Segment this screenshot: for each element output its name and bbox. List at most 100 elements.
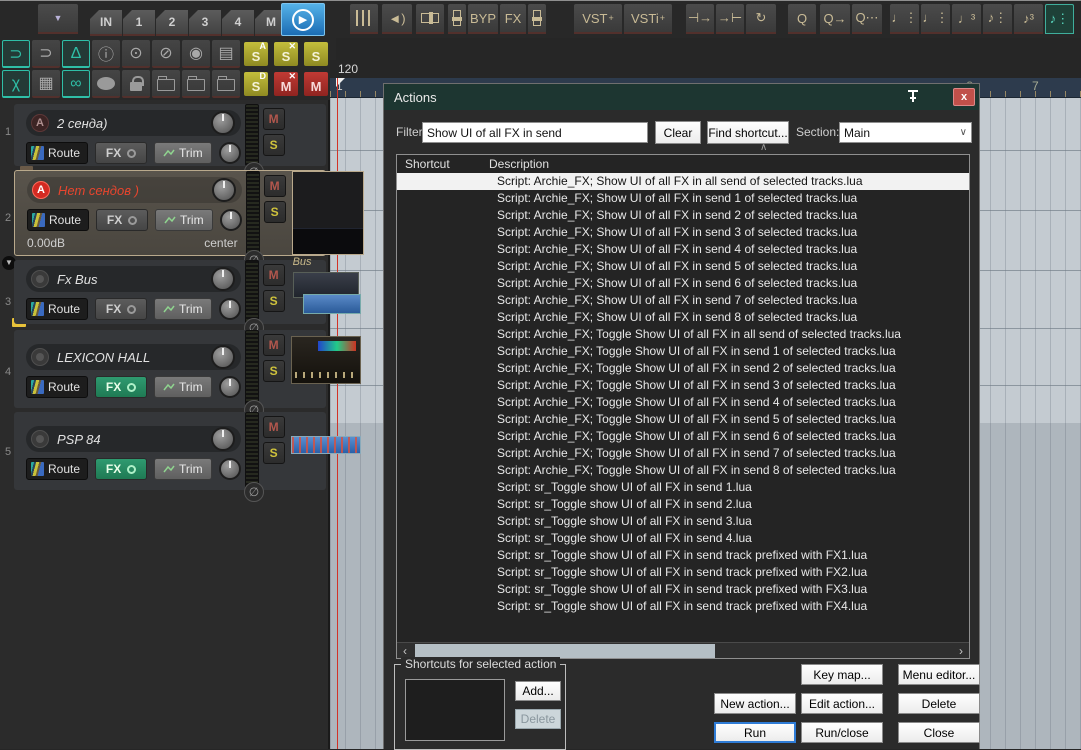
action-row[interactable]: Script: Archie_FX; Toggle Show UI of all…: [397, 411, 969, 428]
scroll-right-arrow[interactable]: ›: [953, 643, 969, 658]
crossfade-icon[interactable]: χ: [2, 70, 30, 98]
action-row[interactable]: Script: sr_Toggle show UI of all FX in s…: [397, 513, 969, 530]
eye-icon[interactable]: ◉: [182, 40, 210, 68]
column-shortcut[interactable]: Shortcut: [397, 157, 489, 171]
phase-button[interactable]: ∅: [244, 482, 264, 502]
pan-knob[interactable]: [218, 298, 241, 320]
note-grid-active-icon[interactable]: ♪⋮: [1045, 4, 1074, 34]
action-row[interactable]: Script: Archie_FX; Toggle Show UI of all…: [397, 326, 969, 343]
fx-button[interactable]: FX: [95, 458, 148, 480]
pan-knob[interactable]: [218, 376, 241, 398]
action-row[interactable]: Script: Archie_FX; Show UI of all FX in …: [397, 241, 969, 258]
action-row[interactable]: Script: Archie_FX; Toggle Show UI of all…: [397, 445, 969, 462]
mute-badge[interactable]: M: [304, 72, 328, 96]
dome-icon[interactable]: ∆: [62, 40, 90, 68]
track-name[interactable]: LEXICON HALL: [57, 350, 211, 365]
action-row[interactable]: Script: Archie_FX; Toggle Show UI of all…: [397, 377, 969, 394]
toolbar-dropdown-button[interactable]: ▼: [38, 4, 78, 34]
action-row[interactable]: Script: Archie_FX; Show UI of all FX in …: [397, 275, 969, 292]
mute-button[interactable]: M: [262, 264, 285, 286]
note-quarter-icon[interactable]: ♩⋮: [921, 4, 950, 34]
pin-icon[interactable]: [905, 88, 921, 106]
section-select[interactable]: Main ∨: [839, 122, 972, 143]
action-row[interactable]: Script: sr_Toggle show UI of all FX in s…: [397, 598, 969, 615]
action-row[interactable]: Script: Archie_FX; Show UI of all FX in …: [397, 207, 969, 224]
mixer-icon[interactable]: [350, 4, 378, 34]
record-arm-badge[interactable]: A: [31, 114, 49, 132]
fx-button[interactable]: FX: [96, 209, 149, 231]
scrollbar-thumb[interactable]: [415, 644, 715, 658]
track-name[interactable]: 2 сенда): [57, 116, 211, 131]
find-shortcut-button[interactable]: Find shortcut...: [707, 121, 789, 144]
lock-icon[interactable]: [122, 70, 150, 98]
column-description[interactable]: Description: [489, 157, 549, 171]
run-close-button[interactable]: Run/close: [801, 722, 883, 743]
tab-2[interactable]: 2: [156, 10, 188, 36]
edit-action-button[interactable]: Edit action...: [801, 693, 883, 714]
action-row[interactable]: Script: Archie_FX; Toggle Show UI of all…: [397, 343, 969, 360]
quantize-icon[interactable]: Q: [788, 4, 816, 34]
record-arm-badge[interactable]: A: [32, 181, 50, 199]
action-row[interactable]: Script: sr_Toggle show UI of all FX in s…: [397, 581, 969, 598]
fader-horizontal-icon[interactable]: [416, 4, 444, 34]
horizontal-scrollbar[interactable]: ‹ ›: [397, 642, 969, 658]
scroll-up-icon[interactable]: ∧: [760, 142, 767, 153]
solo-a-badge[interactable]: SA: [244, 41, 268, 66]
action-row[interactable]: Script: Archie_FX; Show UI of all FX in …: [397, 292, 969, 309]
close-dialog-button[interactable]: Close: [898, 722, 980, 743]
action-row[interactable]: Script: Archie_FX; Show UI of all FX in …: [397, 309, 969, 326]
action-row[interactable]: Script: Archie_FX; Toggle Show UI of all…: [397, 394, 969, 411]
tab-3[interactable]: 3: [189, 10, 221, 36]
fader-vertical2-icon[interactable]: [528, 4, 546, 34]
track-name[interactable]: Нет сендов ): [58, 183, 212, 198]
solo-badge[interactable]: S: [304, 42, 328, 66]
dialog-titlebar[interactable]: Actions: [384, 84, 979, 110]
route-button[interactable]: Route: [26, 376, 89, 398]
pan-knob[interactable]: [218, 142, 241, 164]
volume-knob[interactable]: [210, 267, 235, 291]
fx-button[interactable]: FX: [500, 4, 526, 34]
volume-knob[interactable]: [210, 111, 235, 135]
action-row[interactable]: Script: Archie_FX; Toggle Show UI of all…: [397, 360, 969, 377]
speech-bubble-icon[interactable]: [92, 70, 120, 98]
action-row[interactable]: Script: sr_Toggle show UI of all FX in s…: [397, 479, 969, 496]
track-3[interactable]: Fx Bus Route FX Trim M S Bus: [14, 256, 361, 324]
run-button[interactable]: Run: [714, 722, 796, 743]
eye-frame-icon[interactable]: ⊙: [122, 40, 150, 68]
fader-vertical-icon[interactable]: [448, 4, 466, 34]
track-2[interactable]: A Нет сендов ) Route FX Trim 0.00dB cent…: [14, 170, 364, 256]
vsti-button[interactable]: VSTi +: [624, 4, 672, 34]
new-action-button[interactable]: New action...: [714, 693, 796, 714]
grid-icon[interactable]: ▦: [32, 70, 60, 98]
mute-button[interactable]: M: [262, 108, 285, 130]
mute-button[interactable]: M: [262, 416, 285, 438]
solo-button[interactable]: S: [262, 442, 285, 464]
fx-button[interactable]: FX: [95, 376, 148, 398]
route-button[interactable]: Route: [27, 209, 90, 231]
folder-open-icon[interactable]: [212, 70, 240, 98]
track-name[interactable]: Fx Bus: [57, 272, 211, 287]
tab-4[interactable]: 4: [222, 10, 254, 36]
tab-in[interactable]: IN: [90, 10, 122, 36]
action-row[interactable]: Script: sr_Toggle show UI of all FX in s…: [397, 496, 969, 513]
eye-off-icon[interactable]: ⊘: [152, 40, 180, 68]
trim-button[interactable]: Trim: [154, 376, 212, 398]
action-row[interactable]: Script: Archie_FX; Toggle Show UI of all…: [397, 462, 969, 479]
track-1[interactable]: A 2 сенда) Route FX Trim M S: [14, 104, 326, 166]
note-eighth-triplet-icon[interactable]: ♪³: [1014, 4, 1043, 34]
note-grid-quarter-icon[interactable]: ♩⋮: [890, 4, 919, 34]
speaker-pair-icon[interactable]: ◄): [382, 4, 412, 34]
volume-knob[interactable]: [210, 345, 235, 369]
trim-button[interactable]: Trim: [155, 209, 213, 231]
vst-button[interactable]: VST +: [574, 4, 622, 34]
pan-knob[interactable]: [218, 458, 241, 480]
trim-button[interactable]: Trim: [154, 458, 212, 480]
add-button[interactable]: Add...: [515, 681, 561, 701]
info-icon[interactable]: ⓘ: [92, 40, 120, 68]
track-name[interactable]: PSP 84: [57, 432, 211, 447]
track-1-name-row[interactable]: A 2 сенда): [26, 110, 241, 136]
delete-shortcut-button[interactable]: Delete: [515, 709, 561, 729]
record-arm-badge[interactable]: [31, 270, 49, 288]
action-row[interactable]: Script: Archie_FX; Show UI of all FX in …: [397, 224, 969, 241]
delete-action-button[interactable]: Delete: [898, 693, 980, 714]
